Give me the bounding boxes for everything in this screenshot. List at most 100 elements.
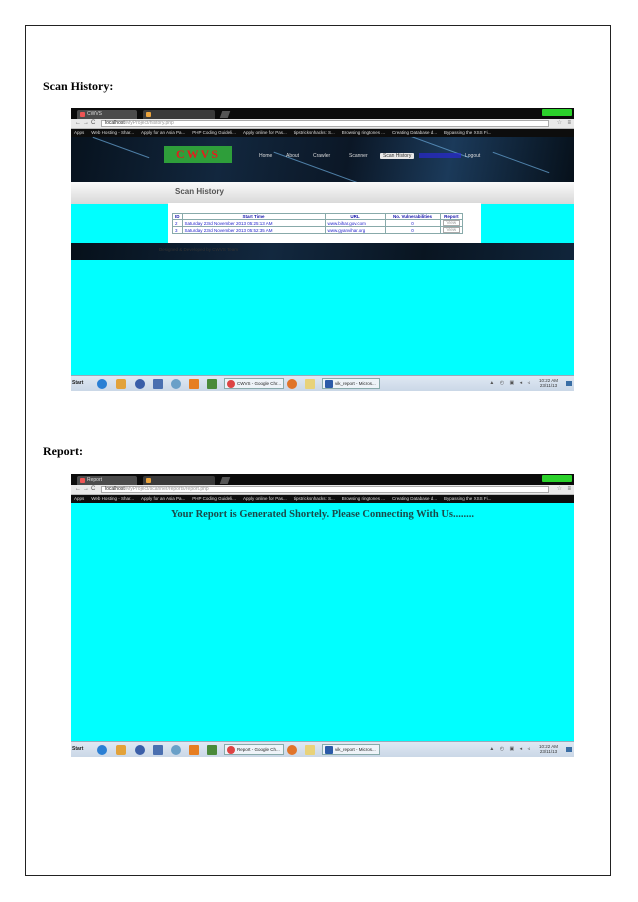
new-tab-button[interactable] (219, 111, 231, 118)
bookmark-item[interactable]: Web Hosting - Shar... (91, 495, 134, 503)
globe-icon[interactable] (135, 745, 145, 755)
taskbar-word-button[interactable]: vik_report - Micros... (322, 744, 380, 755)
col-vulnerabilities: No. Vulnerabilities (384, 213, 441, 220)
menu-crawler[interactable]: Crawler (313, 153, 330, 159)
bookmark-item[interactable]: Apply online for Pas... (243, 495, 287, 503)
media-player-icon[interactable] (116, 379, 126, 389)
cell-url[interactable]: www.bihar.gov.com (324, 219, 386, 227)
page-title: Scan History (175, 187, 224, 196)
tab-bar: CWVS (71, 108, 574, 119)
ie-icon[interactable] (97, 745, 107, 755)
folder-icon[interactable] (305, 379, 315, 389)
tab-report[interactable]: Report (77, 476, 137, 485)
ie-icon[interactable] (97, 379, 107, 389)
bookmark-star-icon[interactable]: ☆ (557, 486, 562, 493)
bookmark-item[interactable]: Apps (74, 129, 84, 137)
taskbar-button-label: Report - Google Ch... (237, 747, 280, 752)
sound-icon[interactable] (171, 745, 181, 755)
tray-clock[interactable]: 10:22 AM 23/11/13 (539, 744, 558, 754)
cell-url[interactable]: www.gyanvihar.org (324, 226, 386, 234)
tab-cwvs[interactable]: CWVS (77, 110, 137, 119)
view-report-button[interactable]: View (442, 227, 461, 233)
menu-icon[interactable]: ≡ (567, 120, 571, 127)
bookmark-item[interactable]: PHP Coding Guideli... (192, 495, 236, 503)
bookmark-item[interactable]: Bypassing the XSS Fi... (444, 129, 491, 137)
table-row: 2 Saturday 23rd November 2013 05:25:13 A… (172, 219, 464, 227)
media-player-icon[interactable] (116, 745, 126, 755)
start-button[interactable]: Start (72, 745, 83, 753)
bookmark-item[interactable]: Web Hosting - Shar... (91, 129, 134, 137)
taskbar-word-button[interactable]: vik_report - Micros... (322, 378, 380, 389)
folder-icon[interactable] (305, 745, 315, 755)
favicon-icon (80, 112, 85, 117)
bookmarks-bar: Apps Web Hosting - Shar... Apply for an … (71, 129, 574, 137)
forward-icon[interactable]: → (83, 120, 89, 127)
chart-icon[interactable] (207, 745, 217, 755)
tray-icons[interactable]: ▲ ◴ ▣ ◂ ◃ (489, 746, 532, 752)
site-logo[interactable]: CWVS (164, 146, 232, 163)
scan-history-screenshot: CWVS ← → C localhost/MyProject/history.p… (71, 108, 574, 391)
tray-clock[interactable]: 10:22 AM 23/11/13 (539, 378, 558, 388)
window-controls[interactable] (542, 109, 572, 116)
menu-about[interactable]: About (286, 153, 299, 159)
firefox-icon[interactable] (287, 745, 297, 755)
show-desktop-button[interactable] (566, 381, 572, 386)
tab-second[interactable] (143, 476, 215, 485)
url-input[interactable]: localhost/MyProject/history.php (101, 120, 549, 127)
address-bar-row: ← → C localhost/MyProject/history.php ☆ … (71, 119, 574, 129)
bookmark-item[interactable]: Creating Database d... (392, 495, 437, 503)
menu-scanner[interactable]: Scanner (349, 153, 368, 159)
scan-history-table: ID Start Time URL No. Vulnerabilities Re… (172, 213, 464, 234)
bookmark-item[interactable]: PHP Coding Guideli... (192, 129, 236, 137)
vlc-icon[interactable] (189, 379, 199, 389)
chart-icon[interactable] (207, 379, 217, 389)
tray-icons[interactable]: ▲ ◴ ▣ ◂ ◃ (489, 380, 532, 386)
bookmark-item[interactable]: Bypassing the XSS Fi... (444, 495, 491, 503)
url-input[interactable]: localhost/MyProject/scanner/reports/repo… (101, 486, 549, 493)
mail-icon[interactable] (153, 745, 163, 755)
forward-icon[interactable]: → (83, 486, 89, 493)
bookmarks-bar: Apps Web Hosting - Shar... Apply for an … (71, 495, 574, 503)
url-path: /MyProject/scanner/reports/report.php (124, 486, 209, 492)
window-controls[interactable] (542, 475, 572, 482)
taskbar-chrome-button[interactable]: CWVS - Google Chr... (224, 378, 284, 389)
sound-icon[interactable] (171, 379, 181, 389)
vlc-icon[interactable] (189, 745, 199, 755)
back-icon[interactable]: ← (75, 120, 81, 127)
menu-home[interactable]: Home (259, 153, 272, 159)
bookmark-item[interactable]: tipstricksnhacks: S... (294, 129, 335, 137)
bookmark-item[interactable]: Apply for an Asia Pa... (141, 495, 185, 503)
page-titlebar: Scan History (71, 182, 574, 204)
show-desktop-button[interactable] (566, 747, 572, 752)
tab-second[interactable] (143, 110, 215, 119)
menu-user-link[interactable] (419, 153, 461, 158)
tab-bar: Report (71, 474, 574, 485)
bookmark-star-icon[interactable]: ☆ (557, 120, 562, 127)
logout-link[interactable]: Logout (465, 153, 480, 159)
reload-icon[interactable]: C (91, 486, 95, 493)
back-icon[interactable]: ← (75, 486, 81, 493)
new-tab-button[interactable] (219, 477, 231, 484)
cell-report: View (439, 226, 464, 234)
tray-date: 23/11/13 (539, 749, 558, 754)
bookmark-item[interactable]: Apply for an Asia Pa... (141, 129, 185, 137)
bookmark-item[interactable]: Browsing ringtones ... (342, 495, 385, 503)
cell-report: View (439, 219, 464, 227)
site-footer: Designed & Developed by CWVS Team (71, 243, 574, 260)
bookmark-item[interactable]: Apply online for Pas... (243, 129, 287, 137)
menu-scan-history[interactable]: Scan History (380, 153, 415, 159)
mail-icon[interactable] (153, 379, 163, 389)
firefox-icon[interactable] (287, 379, 297, 389)
bookmark-item[interactable]: Browsing ringtones ... (342, 129, 385, 137)
url-host: localhost (105, 486, 125, 492)
bookmark-item[interactable]: Creating Database d... (392, 129, 437, 137)
view-report-button[interactable]: View (442, 220, 461, 226)
globe-icon[interactable] (135, 379, 145, 389)
bookmark-item[interactable]: Apps (74, 495, 84, 503)
taskbar-chrome-button[interactable]: Report - Google Ch... (224, 744, 284, 755)
start-button[interactable]: Start (72, 379, 83, 387)
report-heading: Report: (43, 444, 83, 458)
menu-icon[interactable]: ≡ (567, 486, 571, 493)
reload-icon[interactable]: C (91, 120, 95, 127)
bookmark-item[interactable]: tipstricksnhacks: S... (294, 495, 335, 503)
